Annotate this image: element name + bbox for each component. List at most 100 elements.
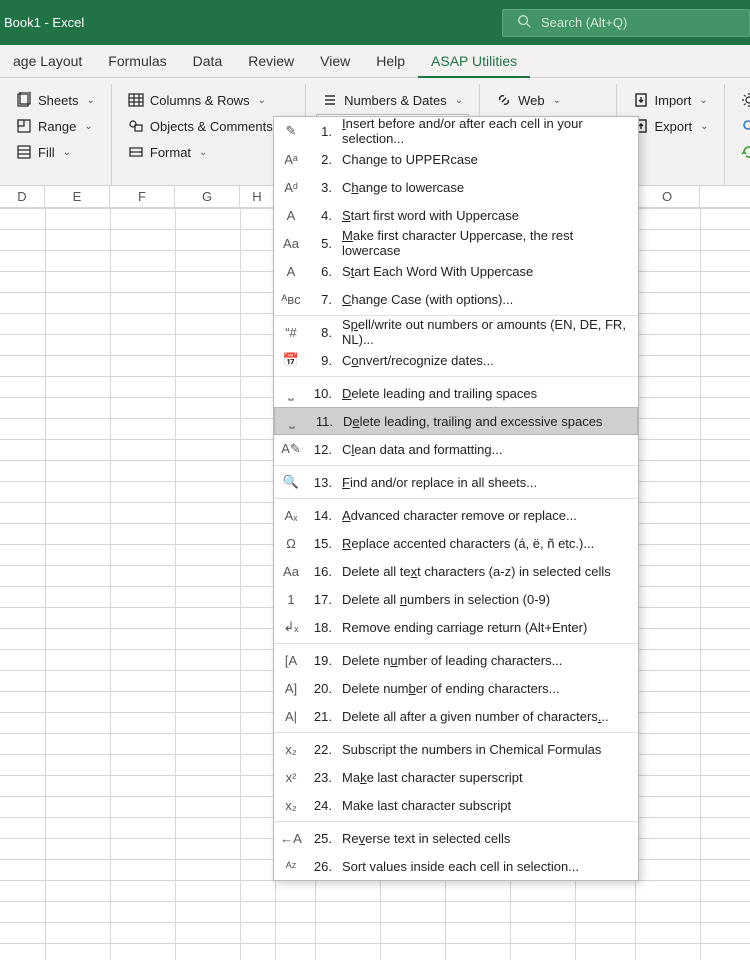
menu-item-label: Convert/recognize dates...: [342, 353, 626, 368]
shapes-icon: [128, 118, 144, 134]
chevron-down-icon: ⌄: [258, 95, 266, 106]
tab-help[interactable]: Help: [363, 45, 418, 77]
web-button[interactable]: Web⌄: [490, 88, 605, 112]
chevron-down-icon: ⌄: [699, 95, 707, 106]
range-label: Range: [38, 119, 76, 134]
menu-item[interactable]: A✎12.Clean data and formatting...: [274, 435, 638, 463]
menu-item[interactable]: ⎵11.Delete leading, trailing and excessi…: [274, 407, 638, 435]
menu-item[interactable]: ᴬᶻ26.Sort values inside each cell in sel…: [274, 852, 638, 880]
menu-item-icon: ᴬᶻ: [282, 859, 300, 874]
format-button[interactable]: Format⌄: [122, 140, 295, 164]
tab-review[interactable]: Review: [235, 45, 307, 77]
search-icon: [741, 118, 750, 134]
objects-comments-label: Objects & Comments: [150, 119, 273, 134]
menu-item[interactable]: Ω15.Replace accented characters (á, ë, ñ…: [274, 529, 638, 557]
range-button[interactable]: Range⌄: [10, 114, 101, 138]
menu-item[interactable]: 📅9.Convert/recognize dates...: [274, 346, 638, 374]
menu-separator: [274, 498, 638, 499]
menu-item[interactable]: Aₓ14.Advanced character remove or replac…: [274, 501, 638, 529]
find-run-button[interactable]: Find and run a: [735, 114, 750, 138]
chevron-down-icon: ⌄: [86, 95, 94, 106]
menu-item[interactable]: A]20.Delete number of ending characters.…: [274, 674, 638, 702]
menu-item-number: 25.: [310, 831, 332, 846]
menu-item-number: 2.: [310, 152, 332, 167]
menu-item-number: 13.: [310, 475, 332, 490]
menu-item-label: Make last character superscript: [342, 770, 626, 785]
tab-formulas[interactable]: Formulas: [95, 45, 179, 77]
menu-item-icon: 🔍: [282, 474, 300, 490]
menu-item-icon: ↲ₓ: [282, 619, 300, 635]
objects-comments-button[interactable]: Objects & Comments⌄: [122, 114, 295, 138]
menu-item-icon: ←A: [282, 831, 300, 846]
menu-item[interactable]: Aᵃ2.Change to UPPERcase: [274, 145, 638, 173]
menu-separator: [274, 732, 638, 733]
menu-item[interactable]: A|21.Delete all after a given number of …: [274, 702, 638, 730]
column-header[interactable]: E: [45, 186, 110, 207]
numbers-dates-button[interactable]: Numbers & Dates⌄: [316, 88, 469, 112]
link-icon: [496, 92, 512, 108]
menu-item-icon: 1: [282, 592, 300, 607]
column-header[interactable]: F: [110, 186, 175, 207]
menu-item-icon: Aa: [282, 236, 300, 251]
menu-item-label: Sort values inside each cell in selectio…: [342, 859, 626, 874]
text-dropdown-menu: ✎1.Insert before and/or after each cell …: [273, 116, 639, 881]
fill-label: Fill: [38, 145, 55, 160]
export-button[interactable]: Export⌄: [627, 114, 715, 138]
search-icon: [517, 14, 531, 31]
menu-item[interactable]: ←A25.Reverse text in selected cells: [274, 824, 638, 852]
menu-item[interactable]: ᴬʙᴄ7.Change Case (with options)...: [274, 285, 638, 313]
search-box[interactable]: Search (Alt+Q): [502, 9, 750, 37]
sheets-button[interactable]: Sheets⌄: [10, 88, 101, 112]
sheets-icon: [16, 92, 32, 108]
menu-item[interactable]: ✎1.Insert before and/or after each cell …: [274, 117, 638, 145]
menu-item[interactable]: Aa5.Make first character Uppercase, the …: [274, 229, 638, 257]
column-header[interactable]: G: [175, 186, 240, 207]
menu-item[interactable]: A4.Start first word with Uppercase: [274, 201, 638, 229]
menu-item[interactable]: “#8.Spell/write out numbers or amounts (…: [274, 318, 638, 346]
column-header[interactable]: H: [240, 186, 275, 207]
menu-item-label: Delete all text characters (a-z) in sele…: [342, 564, 626, 579]
menu-item-number: 21.: [310, 709, 332, 724]
tab-page-layout[interactable]: age Layout: [0, 45, 95, 77]
menu-item-icon: x²: [282, 770, 300, 785]
ribbon-group-1: Sheets⌄ Range⌄ Fill⌄: [0, 84, 112, 185]
menu-item[interactable]: [A19.Delete number of leading characters…: [274, 646, 638, 674]
column-header[interactable]: D: [0, 186, 45, 207]
menu-item[interactable]: ↲ₓ18.Remove ending carriage return (Alt+…: [274, 613, 638, 641]
menu-item-icon: x₂: [282, 798, 300, 813]
fill-icon: [16, 144, 32, 160]
menu-item-number: 18.: [310, 620, 332, 635]
import-button[interactable]: Import⌄: [627, 88, 715, 112]
column-header[interactable]: O: [635, 186, 700, 207]
start-last-tool-button[interactable]: Start last tool a: [735, 140, 750, 164]
menu-item-number: 7.: [310, 292, 332, 307]
tab-asap-utilities[interactable]: ASAP Utilities: [418, 45, 530, 78]
ribbon-tabs: age Layout Formulas Data Review View Hel…: [0, 45, 750, 78]
menu-item-label: Replace accented characters (á, ë, ñ etc…: [342, 536, 626, 551]
menu-item[interactable]: 🔍13.Find and/or replace in all sheets...: [274, 468, 638, 496]
menu-item[interactable]: 117.Delete all numbers in selection (0-9…: [274, 585, 638, 613]
menu-item[interactable]: x₂24.Make last character subscript: [274, 791, 638, 819]
menu-item[interactable]: A6.Start Each Word With Uppercase: [274, 257, 638, 285]
menu-item-number: 19.: [310, 653, 332, 668]
menu-item-label: Delete all after a given number of chara…: [342, 709, 626, 724]
menu-item-number: 14.: [310, 508, 332, 523]
menu-item-icon: ✎: [282, 123, 300, 139]
menu-item-number: 1.: [310, 124, 332, 139]
menu-item[interactable]: x²23.Make last character superscript: [274, 763, 638, 791]
menu-item-label: Change to UPPERcase: [342, 152, 626, 167]
menu-item-number: 22.: [310, 742, 332, 757]
menu-item[interactable]: x₂22.Subscript the numbers in Chemical F…: [274, 735, 638, 763]
menu-item[interactable]: Aᵈ3.Change to lowercase: [274, 173, 638, 201]
table-icon: [128, 92, 144, 108]
asap-options-button[interactable]: ASAP Utilities O: [735, 88, 750, 112]
menu-item[interactable]: Aa16.Delete all text characters (a-z) in…: [274, 557, 638, 585]
menu-item[interactable]: ⎵10.Delete leading and trailing spaces: [274, 379, 638, 407]
menu-item-icon: Aa: [282, 564, 300, 579]
columns-rows-button[interactable]: Columns & Rows⌄: [122, 88, 295, 112]
tab-data[interactable]: Data: [180, 45, 236, 77]
menu-item-icon: ᴬʙᴄ: [282, 292, 300, 307]
refresh-icon: [741, 144, 750, 160]
tab-view[interactable]: View: [307, 45, 363, 77]
fill-button[interactable]: Fill⌄: [10, 140, 101, 164]
